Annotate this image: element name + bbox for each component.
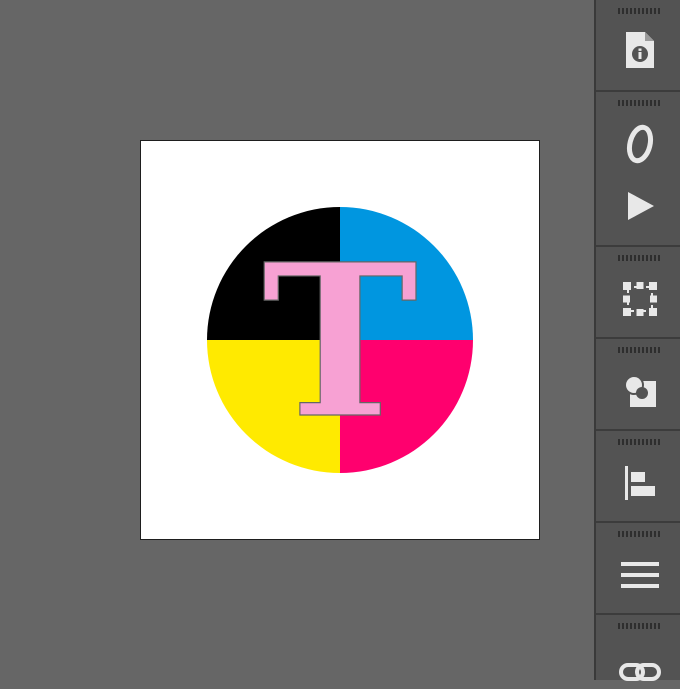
play-icon [628,192,654,220]
document-info-icon [626,32,654,68]
align-button[interactable] [618,461,662,505]
panel-group-pathfinder [596,339,680,431]
pathfinder-icon [624,375,656,407]
letter-t[interactable]: T [261,217,418,465]
document-info-button[interactable] [618,28,662,72]
links-button[interactable] [618,645,662,689]
panel-grip[interactable] [618,623,662,629]
panel-group-links [596,615,680,681]
paragraph-lines-icon [621,562,659,588]
actions-button[interactable] [618,184,662,228]
panel-grip[interactable] [618,347,662,353]
glyphs-button[interactable] [618,122,662,166]
panel-group-glyphs-actions [596,92,680,247]
transform-button[interactable] [618,277,662,321]
panel-grip[interactable] [618,439,662,445]
panel-grip[interactable] [618,255,662,261]
artboard[interactable]: T [140,140,540,540]
paragraph-button[interactable] [618,553,662,597]
panel-grip[interactable] [618,100,662,106]
panel-group-transform [596,247,680,339]
cmyk-circle-artwork[interactable]: T [141,141,539,539]
panel-group-document-info [596,0,680,92]
italic-o-icon [626,124,654,164]
align-left-icon [625,466,655,500]
panel-grip[interactable] [618,8,662,14]
panel-group-align [596,431,680,523]
panel-grip[interactable] [618,531,662,537]
panel-dock [594,0,680,681]
pathfinder-button[interactable] [618,369,662,413]
panel-group-paragraph [596,523,680,615]
transform-bounding-box-icon [623,282,657,316]
